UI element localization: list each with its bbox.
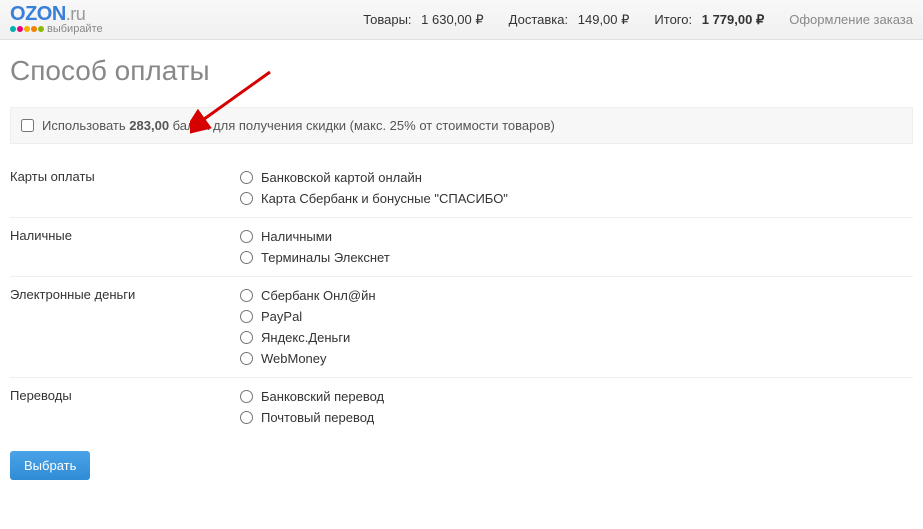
payment-option[interactable]: Почтовый перевод	[240, 407, 913, 428]
payment-radio[interactable]	[240, 230, 253, 243]
payment-option[interactable]: Банковский перевод	[240, 386, 913, 407]
payment-option[interactable]: Яндекс.Деньги	[240, 327, 913, 348]
payment-option-label: Сбербанк Онл@йн	[261, 288, 376, 303]
payment-option[interactable]: Терминалы Элекснет	[240, 247, 913, 268]
payment-option-label: WebMoney	[261, 351, 327, 366]
submit-button[interactable]: Выбрать	[10, 451, 90, 480]
section-label: Наличные	[10, 226, 240, 268]
use-points-label: Использовать 283,00 балла для получения …	[42, 118, 555, 133]
use-points-checkbox[interactable]	[21, 119, 34, 132]
payment-option-label: Терминалы Элекснет	[261, 250, 390, 265]
payment-radio[interactable]	[240, 251, 253, 264]
payment-radio[interactable]	[240, 390, 253, 403]
logo-dot-icon	[10, 26, 16, 32]
section-options: Банковский перевод Почтовый перевод	[240, 386, 913, 428]
checkout-step-label: Оформление заказа	[789, 12, 913, 27]
logo-dot-icon	[24, 26, 30, 32]
payment-option-label: Банковский перевод	[261, 389, 384, 404]
section-label: Электронные деньги	[10, 285, 240, 369]
payment-option[interactable]: WebMoney	[240, 348, 913, 369]
use-points-box: Использовать 283,00 балла для получения …	[10, 107, 913, 144]
payment-section-transfers: Переводы Банковский перевод Почтовый пер…	[10, 378, 913, 436]
logo-dot-icon	[17, 26, 23, 32]
payment-option[interactable]: Наличными	[240, 226, 913, 247]
grand-total: Итого: 1 779,00 ₽	[654, 12, 764, 28]
payment-option[interactable]: Сбербанк Онл@йн	[240, 285, 913, 306]
header-order-summary: Товары: 1 630,00 ₽ Доставка: 149,00 ₽ Ит…	[123, 12, 913, 28]
logo[interactable]: OZON.ru выбирайте	[10, 3, 103, 35]
payment-option[interactable]: Карта Сбербанк и бонусные "СПАСИБО"	[240, 188, 913, 209]
payment-option[interactable]: PayPal	[240, 306, 913, 327]
section-label: Карты оплаты	[10, 167, 240, 209]
payment-section-emoney: Электронные деньги Сбербанк Онл@йн PayPa…	[10, 277, 913, 378]
content: Способ оплаты Использовать 283,00 балла …	[0, 40, 923, 490]
payment-option-label: Банковской картой онлайн	[261, 170, 422, 185]
payment-section-cash: Наличные Наличными Терминалы Элекснет	[10, 218, 913, 277]
payment-option-label: Яндекс.Деньги	[261, 330, 350, 345]
payment-radio[interactable]	[240, 331, 253, 344]
payment-radio[interactable]	[240, 171, 253, 184]
section-options: Банковской картой онлайн Карта Сбербанк …	[240, 167, 913, 209]
payment-option-label: Карта Сбербанк и бонусные "СПАСИБО"	[261, 191, 508, 206]
header: OZON.ru выбирайте Товары: 1 630,00 ₽ Дос…	[0, 0, 923, 40]
logo-dot-icon	[38, 26, 44, 32]
payment-radio[interactable]	[240, 310, 253, 323]
payment-radio[interactable]	[240, 411, 253, 424]
payment-radio[interactable]	[240, 289, 253, 302]
payment-radio[interactable]	[240, 192, 253, 205]
payment-option-label: Почтовый перевод	[261, 410, 374, 425]
payment-section-cards: Карты оплаты Банковской картой онлайн Ка…	[10, 159, 913, 218]
payment-option-label: PayPal	[261, 309, 302, 324]
delivery-total: Доставка: 149,00 ₽	[509, 12, 630, 28]
logo-dot-icon	[31, 26, 37, 32]
section-options: Наличными Терминалы Элекснет	[240, 226, 913, 268]
payment-option[interactable]: Банковской картой онлайн	[240, 167, 913, 188]
section-label: Переводы	[10, 386, 240, 428]
page-title: Способ оплаты	[10, 55, 913, 87]
payment-radio[interactable]	[240, 352, 253, 365]
section-options: Сбербанк Онл@йн PayPal Яндекс.Деньги Web…	[240, 285, 913, 369]
payment-option-label: Наличными	[261, 229, 332, 244]
goods-total: Товары: 1 630,00 ₽	[363, 12, 483, 28]
